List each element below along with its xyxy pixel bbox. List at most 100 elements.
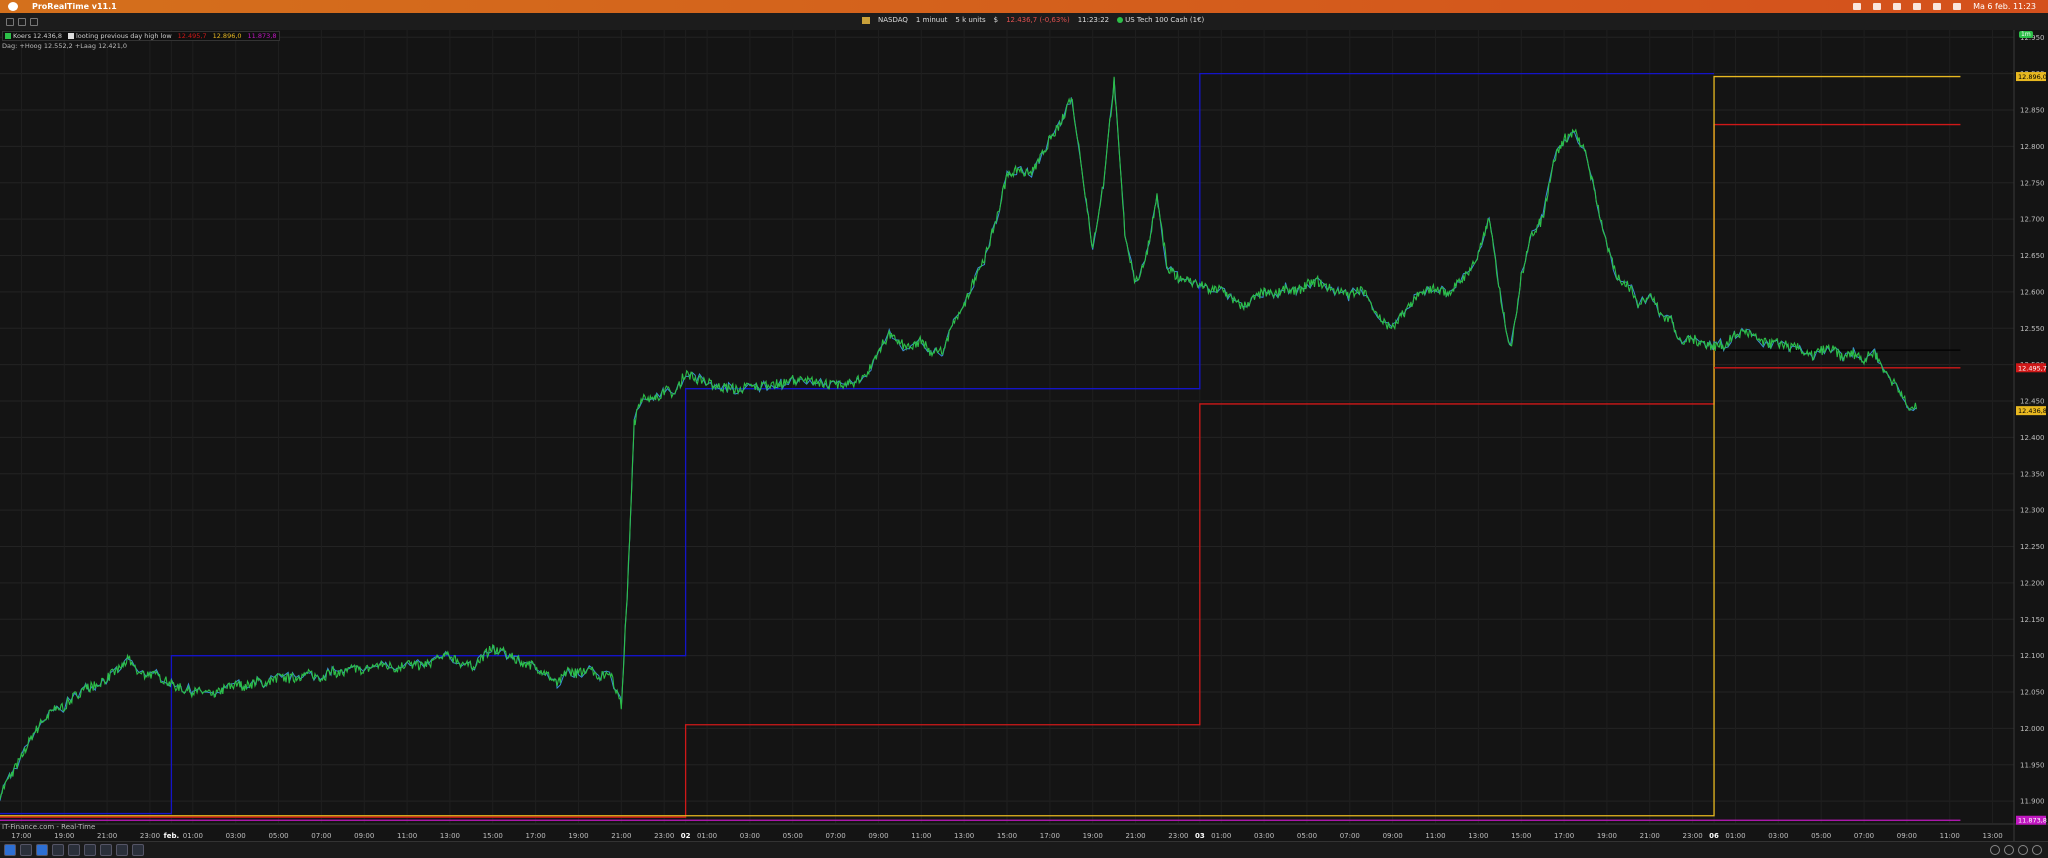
copy-icon[interactable] xyxy=(100,844,112,856)
yellow-level-label: 12.896,0 xyxy=(2018,73,2047,81)
legend-value-2: 12.896,0 xyxy=(212,32,242,40)
x-tick-label: 09:00 xyxy=(1897,832,1917,840)
x-tick-label: 19:00 xyxy=(1083,832,1103,840)
y-tick-label: 12.050 xyxy=(2020,689,2045,697)
x-tick-label: 06 xyxy=(1709,832,1719,840)
x-tick-label: 17:00 xyxy=(11,832,31,840)
x-tick-label: 23:00 xyxy=(1683,832,1703,840)
instrument-name[interactable]: US Tech 100 Cash (1€) xyxy=(1117,16,1204,24)
x-tick-label: 23:00 xyxy=(1168,832,1188,840)
grid-icon[interactable] xyxy=(68,844,80,856)
x-tick-label: 03:00 xyxy=(740,832,760,840)
drawing-toolbar xyxy=(0,841,2048,858)
x-tick-label: 11:00 xyxy=(911,832,931,840)
battery-icon[interactable] xyxy=(1853,3,1862,10)
y-tick-label: 11.950 xyxy=(2020,761,2045,769)
cursor-icon[interactable] xyxy=(36,844,48,856)
x-tick-label: 21:00 xyxy=(611,832,631,840)
x-tick-label: 07:00 xyxy=(1854,832,1874,840)
x-tick-label: 19:00 xyxy=(568,832,588,840)
datetime[interactable]: Ma 6 feb. 11:23 xyxy=(1973,2,2036,11)
x-tick-label: 01:00 xyxy=(1211,832,1231,840)
x-tick-label: 11:00 xyxy=(397,832,417,840)
y-tick-label: 12.550 xyxy=(2020,325,2045,333)
trendline-icon[interactable] xyxy=(20,844,32,856)
live-dot-icon xyxy=(1117,17,1124,23)
link-icon[interactable] xyxy=(132,844,144,856)
status-icons: Ma 6 feb. 11:23 xyxy=(1853,2,2036,11)
search-icon[interactable] xyxy=(1933,3,1942,10)
period-select[interactable]: 1 minuut xyxy=(916,16,948,24)
layout-icon[interactable] xyxy=(52,844,64,856)
quote-time: 11:23:22 xyxy=(1077,16,1110,24)
x-tick-label: 13:00 xyxy=(1982,832,2002,840)
x-tick-label: 13:00 xyxy=(1468,832,1488,840)
x-tick-label: 07:00 xyxy=(311,832,331,840)
legend-value-1: 12.495,7 xyxy=(177,32,207,40)
koers-swatch xyxy=(5,33,11,39)
price-change: 12.436,7 (-0,63%) xyxy=(1006,16,1070,24)
legend-koers[interactable]: Koers 12.436,8 xyxy=(5,32,62,40)
x-tick-label: 09:00 xyxy=(1383,832,1403,840)
y-tick-label: 12.150 xyxy=(2020,616,2045,624)
exchange-select[interactable]: NASDAQ xyxy=(878,16,908,24)
x-tick-label: 03:00 xyxy=(226,832,246,840)
indicator-icon[interactable] xyxy=(84,844,96,856)
y-tick-label: 12.300 xyxy=(2020,507,2045,515)
x-tick-label: 03 xyxy=(1195,832,1205,840)
x-tick-label: 23:00 xyxy=(140,832,160,840)
price-chart[interactable]: 12.95012.90012.85012.80012.75012.70012.6… xyxy=(0,30,2048,841)
x-tick-label: 17:00 xyxy=(1040,832,1060,840)
pencil-icon[interactable] xyxy=(4,844,16,856)
magenta-level-label: 11.873,8 xyxy=(2018,817,2047,825)
x-tick-label: 05:00 xyxy=(1811,832,1831,840)
x-tick-label: 21:00 xyxy=(97,832,117,840)
minimize-icon[interactable] xyxy=(18,17,26,26)
x-tick-label: 03:00 xyxy=(1768,832,1788,840)
close-icon[interactable] xyxy=(6,17,14,26)
interval-badge[interactable]: 1m xyxy=(2019,31,2033,38)
toolbar-center: NASDAQ 1 minuut 5 k units $ 12.436,7 (-0… xyxy=(862,16,1204,24)
list-icon[interactable] xyxy=(116,844,128,856)
zoom-reset-icon[interactable] xyxy=(1990,845,2000,855)
y-tick-label: 12.350 xyxy=(2020,470,2045,478)
units-select[interactable]: 5 k units xyxy=(955,16,985,24)
y-tick-label: 12.850 xyxy=(2020,107,2045,115)
apple-icon[interactable] xyxy=(8,2,18,11)
day-high-low: Dag: +Hoog 12.552,2 +Laag 12.421,0 xyxy=(2,42,128,50)
window-controls xyxy=(6,17,38,26)
x-tick-label: 23:00 xyxy=(654,832,674,840)
x-tick-label: 15:00 xyxy=(483,832,503,840)
y-tick-label: 12.800 xyxy=(2020,143,2045,151)
x-tick-label: 21:00 xyxy=(1125,832,1145,840)
legend-koers-label: Koers 12.436,8 xyxy=(13,32,62,40)
plot-background xyxy=(0,30,2048,841)
wifi-icon[interactable] xyxy=(1913,3,1922,10)
legend-indicator[interactable]: looting previous day high low xyxy=(68,32,172,40)
x-tick-label: 15:00 xyxy=(997,832,1017,840)
x-tick-label: 09:00 xyxy=(354,832,374,840)
chart-type-icon[interactable] xyxy=(862,16,870,24)
x-tick-label: 01:00 xyxy=(1725,832,1745,840)
chart-toolbar: NASDAQ 1 minuut 5 k units $ 12.436,7 (-0… xyxy=(0,13,2048,31)
bluetooth-icon[interactable] xyxy=(1893,3,1902,10)
x-tick-label: 21:00 xyxy=(1640,832,1660,840)
instrument-label: US Tech 100 Cash (1€) xyxy=(1125,16,1205,24)
zoom-out-icon[interactable] xyxy=(2018,845,2028,855)
x-tick-label: 11:00 xyxy=(1940,832,1960,840)
zoom-controls xyxy=(1990,845,2042,855)
menu-bar: ProRealTime v11.1 Ma 6 feb. 11:23 xyxy=(0,0,2048,13)
text-input-icon[interactable] xyxy=(1873,3,1882,10)
y-tick-label: 12.400 xyxy=(2020,434,2045,442)
x-tick-label: 19:00 xyxy=(1597,832,1617,840)
y-tick-label: 12.450 xyxy=(2020,398,2045,406)
x-tick-label: 03:00 xyxy=(1254,832,1274,840)
zoom-in-icon[interactable] xyxy=(2004,845,2014,855)
x-tick-label: 05:00 xyxy=(268,832,288,840)
x-tick-label: 05:00 xyxy=(783,832,803,840)
maximize-icon[interactable] xyxy=(30,17,38,26)
control-center-icon[interactable] xyxy=(1953,3,1962,10)
y-tick-label: 12.200 xyxy=(2020,579,2045,587)
y-tick-label: 11.900 xyxy=(2020,798,2045,806)
zoom-fit-icon[interactable] xyxy=(2032,845,2042,855)
